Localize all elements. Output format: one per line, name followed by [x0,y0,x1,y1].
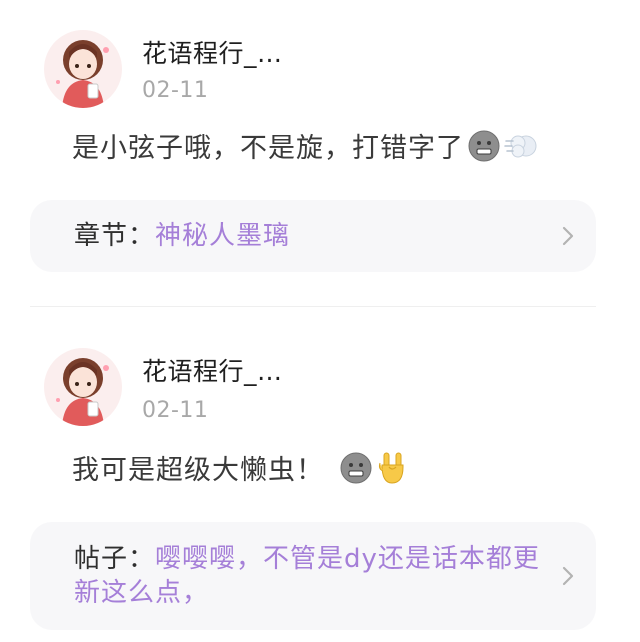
comment-date: 02-11 [142,398,209,423]
chapter-title[interactable]: 神秘人墨璃 [155,221,290,251]
puff-cloud-icon [504,131,540,161]
rock-hand-icon [378,451,406,485]
comment-item: 花语程行_… 02-11 我可是超级大懒虫！ 帖子：嘤嘤嘤，不管是dy还是话本都… [0,318,640,642]
username[interactable]: 花语程行_… [142,34,283,70]
comment-text: 是小弦子哦，不是旋，打错字了 [72,133,464,164]
avatar-image [44,30,122,108]
comment-item: 花语程行_… 02-11 是小弦子哦，不是旋，打错字了 章节：神秘人墨璃 [0,0,640,300]
reference-prefix: 帖子： [74,544,156,574]
chapter-reference-card[interactable]: 章节：神秘人墨璃 [30,200,596,272]
reference-prefix: 章节： [74,221,156,251]
comment-date: 02-11 [142,78,209,103]
username[interactable]: 花语程行_… [142,352,283,388]
chevron-right-icon [560,564,576,588]
comment-text-row: 是小弦子哦，不是旋，打错字了 [72,126,540,165]
avatar[interactable] [44,348,122,426]
divider [30,306,596,307]
comment-text: 我可是超级大懒虫！ [72,455,324,486]
avatar-image [44,348,122,426]
reference-text: 章节：神秘人墨璃 [74,219,544,253]
chevron-right-icon [560,224,576,248]
comment-text-row: 我可是超级大懒虫！ [72,448,406,487]
post-reference-card[interactable]: 帖子：嘤嘤嘤，不管是dy还是话本都更新这么点， [30,522,596,630]
reference-text: 帖子：嘤嘤嘤，不管是dy还是话本都更新这么点， [74,542,544,610]
avatar[interactable] [44,30,122,108]
grimace-face-icon [340,452,372,484]
grimace-face-icon [468,130,500,162]
